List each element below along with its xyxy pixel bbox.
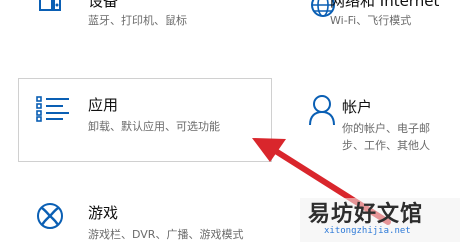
- watermark-text: 易坊好文馆: [308, 202, 424, 227]
- watermark-url: xitongzhijia.net: [324, 226, 411, 236]
